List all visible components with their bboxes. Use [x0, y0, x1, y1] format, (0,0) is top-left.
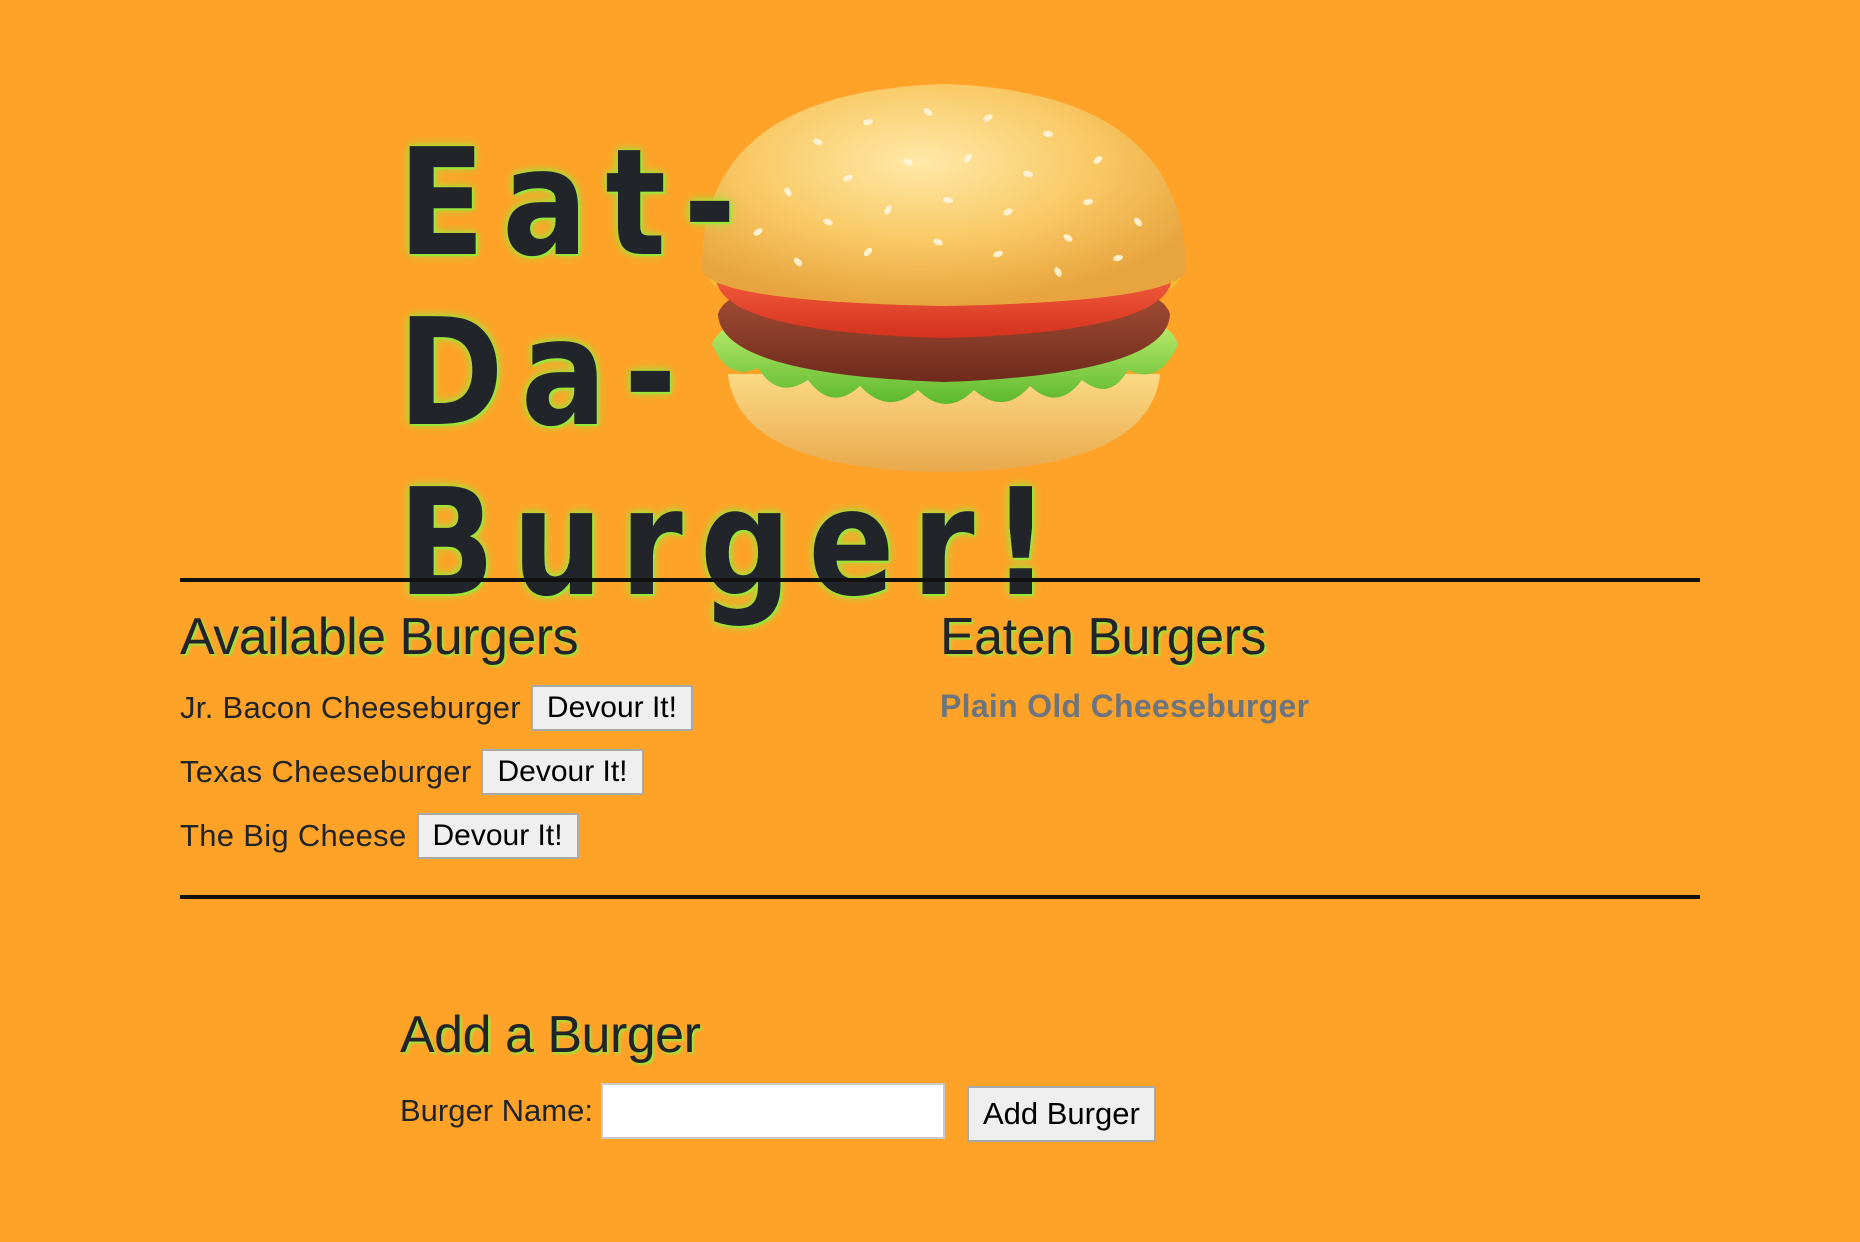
available-burger-item: Texas Cheeseburger Devour It!: [180, 748, 900, 796]
devour-button[interactable]: Devour It!: [481, 749, 644, 795]
available-burgers-heading: Available Burgers: [180, 608, 579, 666]
add-burger-section: Add a Burger Burger Name: Add Burger: [400, 1002, 1156, 1142]
available-burgers-section: Available Burgers Jr. Bacon Cheeseburger…: [180, 604, 900, 876]
site-title-line-2: Burger!: [398, 457, 1068, 629]
add-burger-form: Burger Name: Add Burger: [400, 1080, 1156, 1142]
available-burger-item: Jr. Bacon Cheeseburger Devour It!: [180, 684, 900, 732]
top-divider: [180, 578, 1700, 582]
eaten-burgers-heading: Eaten Burgers: [940, 608, 1266, 666]
bottom-divider: [180, 895, 1700, 899]
devour-button[interactable]: Devour It!: [416, 813, 579, 859]
eaten-burgers-section: Eaten Burgers Plain Old Cheeseburger: [940, 604, 1660, 728]
burger-name: The Big Cheese: [180, 818, 407, 853]
add-burger-button[interactable]: Add Burger: [966, 1086, 1156, 1142]
burger-name: Jr. Bacon Cheeseburger: [180, 690, 521, 725]
site-title: Eat-Da- Burger!: [398, 117, 1068, 629]
site-title-line-1: Eat-Da-: [398, 117, 754, 459]
available-burger-item: The Big Cheese Devour It!: [180, 812, 900, 860]
burger-name: Texas Cheeseburger: [180, 754, 472, 789]
devour-button[interactable]: Devour It!: [530, 685, 693, 731]
burger-name-input[interactable]: [600, 1083, 945, 1139]
burger-name-label: Burger Name:: [400, 1093, 593, 1128]
add-burger-heading: Add a Burger: [400, 1006, 701, 1064]
eaten-burger-item: Plain Old Cheeseburger: [940, 688, 1310, 724]
